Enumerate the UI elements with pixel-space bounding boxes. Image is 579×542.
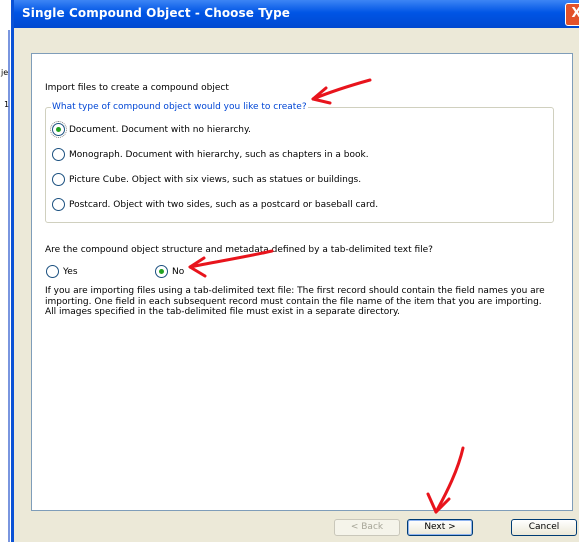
radio-no[interactable] [155, 265, 168, 278]
help-text: If you are importing files using a tab-d… [45, 286, 545, 317]
option-label: Yes [63, 266, 78, 277]
choose-type-dialog: Single Compound Object - Choose Type X I… [11, 0, 579, 542]
background-text: je [1, 68, 9, 77]
radio-monograph[interactable] [52, 148, 65, 161]
option-label: Picture Cube. Object with six views, suc… [69, 174, 362, 185]
option-label: No [172, 266, 185, 277]
back-button[interactable]: < Back [334, 519, 400, 536]
dialog-title: Single Compound Object - Choose Type [22, 6, 290, 20]
option-monograph[interactable]: Monograph. Document with hierarchy, such… [52, 148, 369, 161]
option-label: Postcard. Object with two sides, such as… [69, 199, 379, 210]
option-picture-cube[interactable]: Picture Cube. Object with six views, suc… [52, 173, 361, 186]
content-panel: Import files to create a compound object… [31, 53, 573, 511]
option-document[interactable]: Document. Document with no hierarchy. [50, 121, 251, 138]
radio-yes[interactable] [46, 265, 59, 278]
radio-document[interactable] [50, 121, 67, 138]
background-text: 1 [4, 100, 10, 109]
option-label: Document. Document with no hierarchy. [69, 124, 251, 135]
option-no[interactable]: No [155, 265, 184, 278]
close-icon: X [571, 6, 579, 21]
import-label: Import files to create a compound object [45, 83, 229, 93]
option-postcard[interactable]: Postcard. Object with two sides, such as… [52, 198, 378, 211]
next-button[interactable]: Next > [407, 519, 473, 536]
cancel-button[interactable]: Cancel [511, 519, 577, 536]
option-label: Monograph. Document with hierarchy, such… [69, 149, 369, 160]
radio-postcard[interactable] [52, 198, 65, 211]
close-button[interactable]: X [565, 3, 579, 26]
compound-type-legend: What type of compound object would you l… [51, 102, 308, 112]
compound-type-group: What type of compound object would you l… [45, 102, 554, 223]
title-bar[interactable]: Single Compound Object - Choose Type X [14, 0, 579, 28]
radio-picture-cube[interactable] [52, 173, 65, 186]
delimited-question: Are the compound object structure and me… [45, 245, 433, 255]
option-yes[interactable]: Yes [46, 265, 78, 278]
